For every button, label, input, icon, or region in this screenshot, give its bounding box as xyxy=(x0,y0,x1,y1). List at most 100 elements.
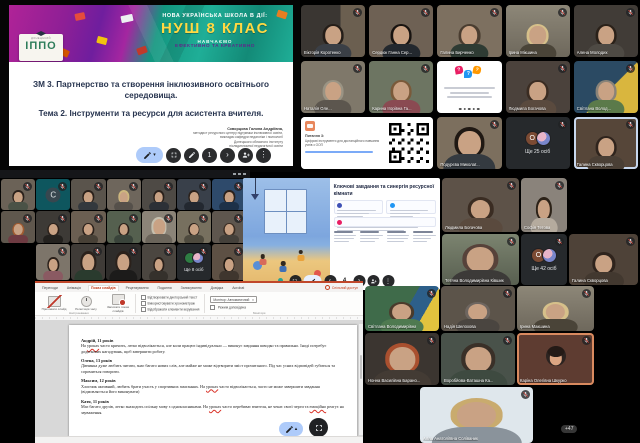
video-tile[interactable]: Каріна Олегівна Шкурко xyxy=(517,333,594,385)
mic-off-icon xyxy=(626,8,635,17)
video-tile[interactable]: Галина Скворцова xyxy=(569,234,638,285)
ribbon-tab[interactable]: Показ слайдів xyxy=(88,285,119,291)
add-person-button[interactable] xyxy=(238,148,253,163)
video-tile[interactable] xyxy=(142,211,176,243)
video-tile-slot: Тетяна Володимирівна Ківшик xyxy=(442,234,519,285)
student-description: Хлопчик активний, любить брати участь у … xyxy=(81,384,345,395)
ribbon-checkbox[interactable]: Відтворювати дикторський текст xyxy=(141,295,199,300)
ribbon-checkbox[interactable]: Використовувати хронометраж xyxy=(141,301,199,306)
participant-video xyxy=(149,257,169,280)
video-tile[interactable] xyxy=(107,179,141,210)
video-tile[interactable]: Софія Тетова xyxy=(521,178,567,232)
scrollbar[interactable] xyxy=(359,324,363,435)
video-tile[interactable]: ??? xyxy=(437,61,501,113)
mic-off-icon xyxy=(503,289,512,298)
video-tile[interactable] xyxy=(71,244,105,280)
mic-off-icon xyxy=(164,247,173,256)
mic-off-icon xyxy=(58,247,67,256)
video-tile[interactable]: Галина Бирченко xyxy=(437,5,501,57)
video-tile[interactable]: Людмила Богачова xyxy=(442,178,519,232)
participant-video xyxy=(79,190,99,210)
video-tile[interactable] xyxy=(212,211,246,243)
more-participants-label: Ще 25 осіб xyxy=(525,149,550,155)
presenter-mode-checkbox[interactable]: Режим доповідача xyxy=(210,305,256,310)
ribbon-tab[interactable]: Анімація xyxy=(65,285,83,290)
video-tile[interactable] xyxy=(71,179,105,210)
pencil-icon xyxy=(188,151,196,159)
open-in-full-button[interactable] xyxy=(309,418,328,437)
participant-name: Ірина Макшина xyxy=(520,324,550,329)
pen-tool-button[interactable]: ▴ xyxy=(279,422,303,436)
video-tile[interactable] xyxy=(71,211,105,243)
qr-code xyxy=(389,123,429,163)
participant-video xyxy=(79,223,99,243)
ribbon-button[interactable]: Репетиція часу xyxy=(71,296,101,312)
video-tile[interactable]: Наталія Оле... xyxy=(301,61,365,113)
video-tile[interactable] xyxy=(106,244,140,280)
video-tile-slot: Надія Шелохова xyxy=(441,286,515,331)
ribbon-button[interactable]: Записати показ слайдів xyxy=(103,294,133,313)
video-tile[interactable]: Карина Ігорівна Га... xyxy=(369,61,433,113)
more-options-button[interactable]: ⋮ xyxy=(256,148,271,163)
video-tile[interactable]: Нонна Василівна Барано... xyxy=(365,333,439,385)
ribbon-tab[interactable]: Acrobat xyxy=(230,285,246,290)
participant-name: Галина Бирченко xyxy=(440,50,473,55)
video-tile[interactable]: Сердюк Ганна Сер... xyxy=(369,5,433,57)
video-tile[interactable]: ОЩе 42 осіб xyxy=(521,234,567,285)
video-tile[interactable]: Воробйова-Ваташна Ка... xyxy=(441,333,515,385)
monitor-label: Монітор: xyxy=(213,298,226,302)
video-tile-slot: Людмила Богачова xyxy=(442,178,519,232)
checkbox-icon xyxy=(141,301,146,306)
video-tile[interactable]: С xyxy=(36,179,70,210)
video-tile[interactable]: Ще 8 осіб xyxy=(177,244,211,280)
video-tile[interactable]: Алена Молодих xyxy=(574,5,638,57)
next-slide-button[interactable]: › xyxy=(220,148,235,163)
video-tile[interactable] xyxy=(36,244,70,280)
video-tile[interactable]: Людмила Богачова xyxy=(506,61,570,113)
video-tile[interactable] xyxy=(142,244,176,280)
ribbon-tab[interactable]: Рецензування xyxy=(124,285,151,290)
video-tile[interactable]: Тетяна Володимирівна Ківшик xyxy=(442,234,519,285)
expand-icon xyxy=(170,151,178,159)
video-tile[interactable] xyxy=(107,211,141,243)
video-tile[interactable] xyxy=(1,211,35,243)
video-tile[interactable] xyxy=(177,179,211,210)
video-tile[interactable]: Алла Анатоліївна Соліваник xyxy=(420,387,533,443)
open-in-full-button[interactable] xyxy=(166,148,181,163)
mic-off-icon xyxy=(234,214,243,223)
video-tile[interactable]: Питання 3:Цифрові інструменти для дистан… xyxy=(301,117,433,169)
video-tile[interactable]: Ірина Мікшина xyxy=(506,5,570,57)
share-button[interactable]: Спільний доступ xyxy=(325,285,358,290)
video-tile[interactable] xyxy=(142,179,176,210)
video-tile[interactable]: Світлана Володимирівна xyxy=(365,286,439,331)
participant-name: Алена Молодих xyxy=(577,50,608,55)
video-tile[interactable]: Вікторія Коротенко xyxy=(301,5,365,57)
video-tile[interactable]: Світлана Волод... xyxy=(574,61,638,113)
video-tile-slot: Воробйова-Ваташна Ка... xyxy=(441,333,515,385)
video-tile[interactable] xyxy=(212,244,246,280)
video-tile[interactable] xyxy=(177,211,211,243)
video-tile[interactable] xyxy=(36,211,70,243)
video-tile[interactable]: Ірина Макшина xyxy=(517,286,594,331)
book-icon xyxy=(305,121,315,131)
video-tile[interactable]: ОЩе 25 осіб xyxy=(506,117,570,169)
ribbon-tab[interactable]: Записування xyxy=(179,285,204,290)
video-tile[interactable] xyxy=(212,179,246,210)
video-tile[interactable]: Надія Шелохова xyxy=(441,286,515,331)
ribbon-tab[interactable]: Подання xyxy=(156,285,174,290)
video-tile[interactable] xyxy=(1,179,35,210)
slide-illustration xyxy=(243,178,330,290)
ribbon-tab[interactable]: Переходи xyxy=(40,285,60,290)
video-tile[interactable]: Подурєва Миколаї... xyxy=(437,117,501,169)
participant-video xyxy=(43,223,63,243)
ribbon-checkbox[interactable]: Відображати елементи керування xyxy=(141,307,199,312)
pen-tool-button[interactable]: ▾ xyxy=(136,147,163,163)
video-tile[interactable]: Галина Скворцова xyxy=(574,117,638,169)
monitor-select[interactable]: Монітор: Автоматичний ▾ xyxy=(210,296,256,303)
mic-off-icon xyxy=(503,336,512,345)
pencil-icon xyxy=(143,151,152,160)
ribbon-tab[interactable]: Довідка xyxy=(209,285,226,290)
annotate-button[interactable] xyxy=(184,148,199,163)
ribbon-button[interactable]: Приховати слайд xyxy=(39,296,69,312)
ribbon-tab-row: Переходи Анімація Показ слайдів Рецензуванн… xyxy=(35,283,363,292)
